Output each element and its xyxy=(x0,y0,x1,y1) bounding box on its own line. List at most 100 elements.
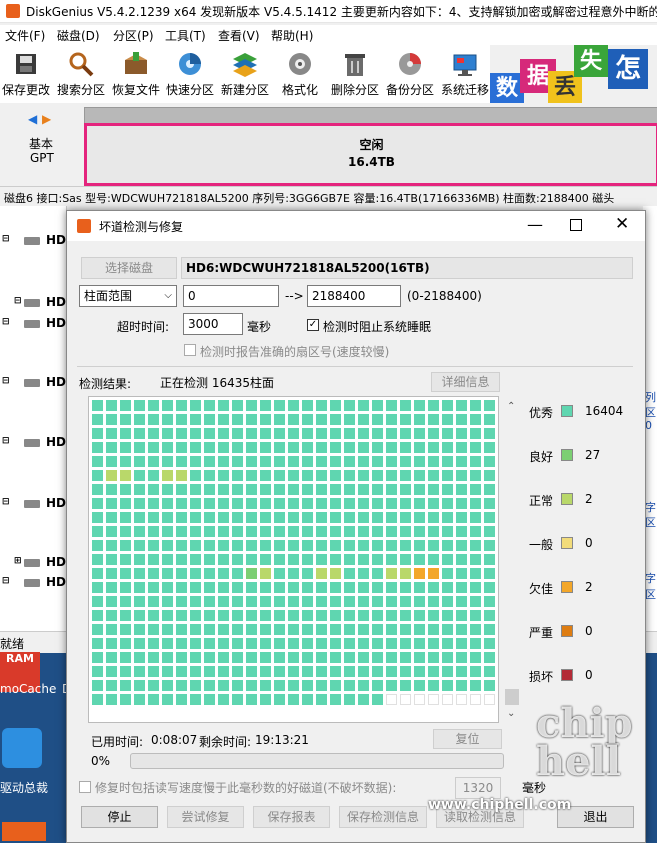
range-end-input[interactable]: 2188400 xyxy=(307,285,401,307)
cylinder-block xyxy=(92,414,103,425)
range-type-select[interactable]: 柱面范围 ⌵ xyxy=(79,285,177,307)
cylinder-block xyxy=(358,680,369,691)
cylinder-block xyxy=(204,400,215,411)
cylinder-block xyxy=(386,512,397,523)
cylinder-block xyxy=(330,414,341,425)
cylinder-block xyxy=(162,638,173,649)
cylinder-block xyxy=(456,526,467,537)
cylinder-block xyxy=(190,694,201,705)
quick-partition-button[interactable]: 快速分区 xyxy=(163,45,217,103)
format-button[interactable]: 格式化 xyxy=(273,45,327,103)
save-report-button[interactable]: 保存报表 xyxy=(253,806,330,828)
cylinder-block xyxy=(372,638,383,649)
cylinder-block xyxy=(204,540,215,551)
legend-label: 损坏 xyxy=(529,670,554,684)
scroll-down-icon[interactable]: ⌄ xyxy=(507,708,515,719)
cylinder-block xyxy=(204,624,215,635)
desktop-icon-label[interactable]: 驱动总裁 xyxy=(0,779,48,796)
prev-disk-arrow-icon[interactable]: ◀ xyxy=(28,112,37,126)
tree-node-disk[interactable]: ⊟ HD xyxy=(0,231,66,251)
menu-view[interactable]: 查看(V) xyxy=(218,27,260,44)
cylinder-block xyxy=(372,680,383,691)
menu-partition[interactable]: 分区(P) xyxy=(113,27,154,44)
stop-button[interactable]: 停止 xyxy=(81,806,158,828)
minimize-icon[interactable]: — xyxy=(527,215,543,234)
repair-slow-input[interactable]: 1320 xyxy=(455,777,501,799)
timeout-input[interactable]: 3000 xyxy=(183,313,243,335)
save-changes-button[interactable]: 保存更改 xyxy=(0,45,52,103)
new-partition-button[interactable]: 新建分区 xyxy=(218,45,272,103)
tree-node-disk[interactable]: ⊟ HD xyxy=(0,293,66,313)
cylinder-block xyxy=(148,638,159,649)
menu-file[interactable]: 文件(F) xyxy=(5,27,45,44)
scroll-up-icon[interactable]: ⌃ xyxy=(507,401,515,412)
free-partition-block[interactable]: 空闲 16.4TB xyxy=(84,123,657,186)
maximize-icon[interactable] xyxy=(570,219,582,231)
cylinder-block xyxy=(358,442,369,453)
tree-node-disk[interactable]: ⊟ HD xyxy=(0,373,66,393)
legend-label: 严重 xyxy=(529,626,554,640)
tree-node-disk[interactable]: ⊞ HD xyxy=(0,553,66,573)
cylinder-block xyxy=(288,694,299,705)
cylinder-block xyxy=(246,498,257,509)
cylinder-block xyxy=(400,498,411,509)
menu-help[interactable]: 帮助(H) xyxy=(271,27,313,44)
recover-files-button[interactable]: 恢复文件 xyxy=(109,45,163,103)
cylinder-block xyxy=(106,596,117,607)
menu-tools[interactable]: 工具(T) xyxy=(165,27,206,44)
ad-banner[interactable]: 数 据 丢 失 怎 xyxy=(490,45,657,103)
cylinder-block xyxy=(470,610,481,621)
cylinder-block xyxy=(330,666,341,677)
tree-node-disk[interactable]: ⊟ HD xyxy=(0,573,66,593)
cylinder-block xyxy=(92,428,103,439)
desktop-app-icon[interactable] xyxy=(2,822,46,841)
tree-node-disk[interactable]: ⊟ HD xyxy=(0,433,66,453)
menu-disk[interactable]: 磁盘(D) xyxy=(57,27,100,44)
backup-partition-button[interactable]: 备份分区 xyxy=(383,45,437,103)
search-partition-button[interactable]: 搜索分区 xyxy=(55,45,107,103)
accurate-sector-checkbox[interactable] xyxy=(184,344,196,356)
driver-tool-icon[interactable] xyxy=(2,728,42,768)
cylinder-block xyxy=(456,512,467,523)
cylinder-block xyxy=(106,400,117,411)
delete-partition-button[interactable]: 删除分区 xyxy=(327,45,383,103)
detail-info-button[interactable]: 详细信息 xyxy=(431,372,500,392)
cylinder-block xyxy=(190,414,201,425)
scrollbar-thumb[interactable] xyxy=(505,689,519,705)
range-start-input[interactable]: 0 xyxy=(183,285,279,307)
cylinder-block xyxy=(358,414,369,425)
cylinder-block xyxy=(204,582,215,593)
cylinder-block xyxy=(344,582,355,593)
cylinder-block xyxy=(134,680,145,691)
cylinder-block xyxy=(316,428,327,439)
cylinder-block xyxy=(176,540,187,551)
cylinder-block xyxy=(372,568,383,579)
desktop-icon-label[interactable]: moCache xyxy=(0,682,56,696)
cylinder-block xyxy=(484,442,495,453)
system-migrate-button[interactable]: 系统迁移 xyxy=(438,45,492,103)
cylinder-block xyxy=(260,414,271,425)
cylinder-block xyxy=(176,568,187,579)
hard-disk-icon xyxy=(24,579,40,587)
next-disk-arrow-icon[interactable]: ▶ xyxy=(42,112,51,126)
cylinder-block xyxy=(442,470,453,481)
cylinder-block xyxy=(344,624,355,635)
right-fragment-text: 区 xyxy=(645,588,656,601)
format-icon xyxy=(289,53,311,75)
close-icon[interactable]: ✕ xyxy=(615,214,629,234)
tree-node-disk[interactable]: ⊟ HD xyxy=(0,494,66,514)
reset-button[interactable]: 复位 xyxy=(433,729,502,749)
save-scan-info-button[interactable]: 保存检测信息 xyxy=(339,806,427,828)
try-repair-button[interactable]: 尝试修复 xyxy=(167,806,244,828)
tree-node-disk[interactable]: ⊟ HD xyxy=(0,314,66,334)
cylinder-block xyxy=(148,428,159,439)
cylinder-block xyxy=(414,414,425,425)
select-disk-button[interactable]: 选择磁盘 xyxy=(81,257,177,279)
repair-slow-checkbox[interactable] xyxy=(79,781,91,793)
prevent-sleep-checkbox[interactable]: ✓ xyxy=(307,319,319,331)
cylinder-block xyxy=(148,554,159,565)
hard-disk-icon xyxy=(24,320,40,328)
cylinder-block xyxy=(456,624,467,635)
cylinder-block xyxy=(344,414,355,425)
cylinder-block xyxy=(442,540,453,551)
